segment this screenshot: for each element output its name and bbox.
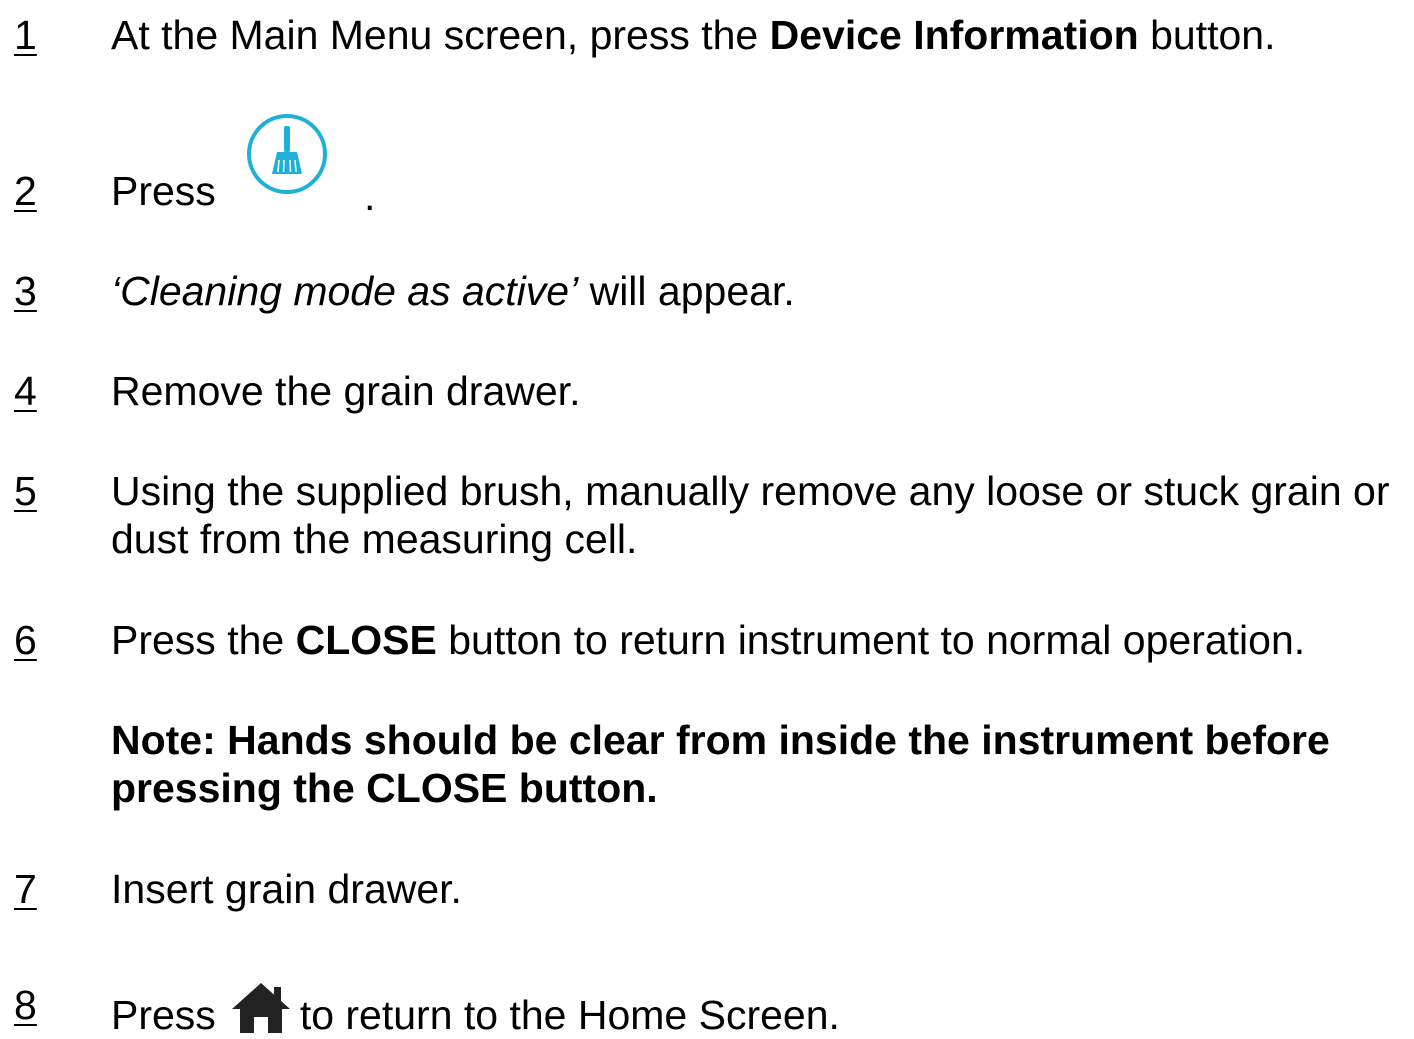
step-number: 6 bbox=[14, 617, 37, 663]
step-2: 2 Press . bbox=[0, 0, 1414, 220]
step-text: Remove the grain drawer. bbox=[111, 368, 581, 414]
step-number: 2 bbox=[14, 168, 37, 214]
trailing-period: . bbox=[364, 173, 376, 219]
step-text: ‘Cleaning mode as active’ will appear. bbox=[111, 268, 795, 314]
step-text: Using the supplied brush, manually remov… bbox=[111, 468, 1390, 562]
step-number: 4 bbox=[14, 368, 37, 414]
home-icon bbox=[231, 983, 290, 1033]
step-number: 3 bbox=[14, 268, 37, 314]
close-label: CLOSE bbox=[295, 617, 437, 663]
step-text: Insert grain drawer. bbox=[111, 866, 462, 912]
step-number: 8 bbox=[14, 982, 37, 1028]
step-text: Press to return to the Home Screen. bbox=[111, 981, 1406, 1039]
step-text: Press the CLOSE button to return instrum… bbox=[111, 617, 1306, 663]
safety-note: Note: Hands should be clear from inside … bbox=[111, 717, 1330, 811]
step-number: 7 bbox=[14, 866, 37, 912]
step-number: 5 bbox=[14, 468, 37, 514]
brush-icon bbox=[247, 114, 327, 194]
cleaning-mode-message: ‘Cleaning mode as active’ bbox=[111, 268, 579, 314]
